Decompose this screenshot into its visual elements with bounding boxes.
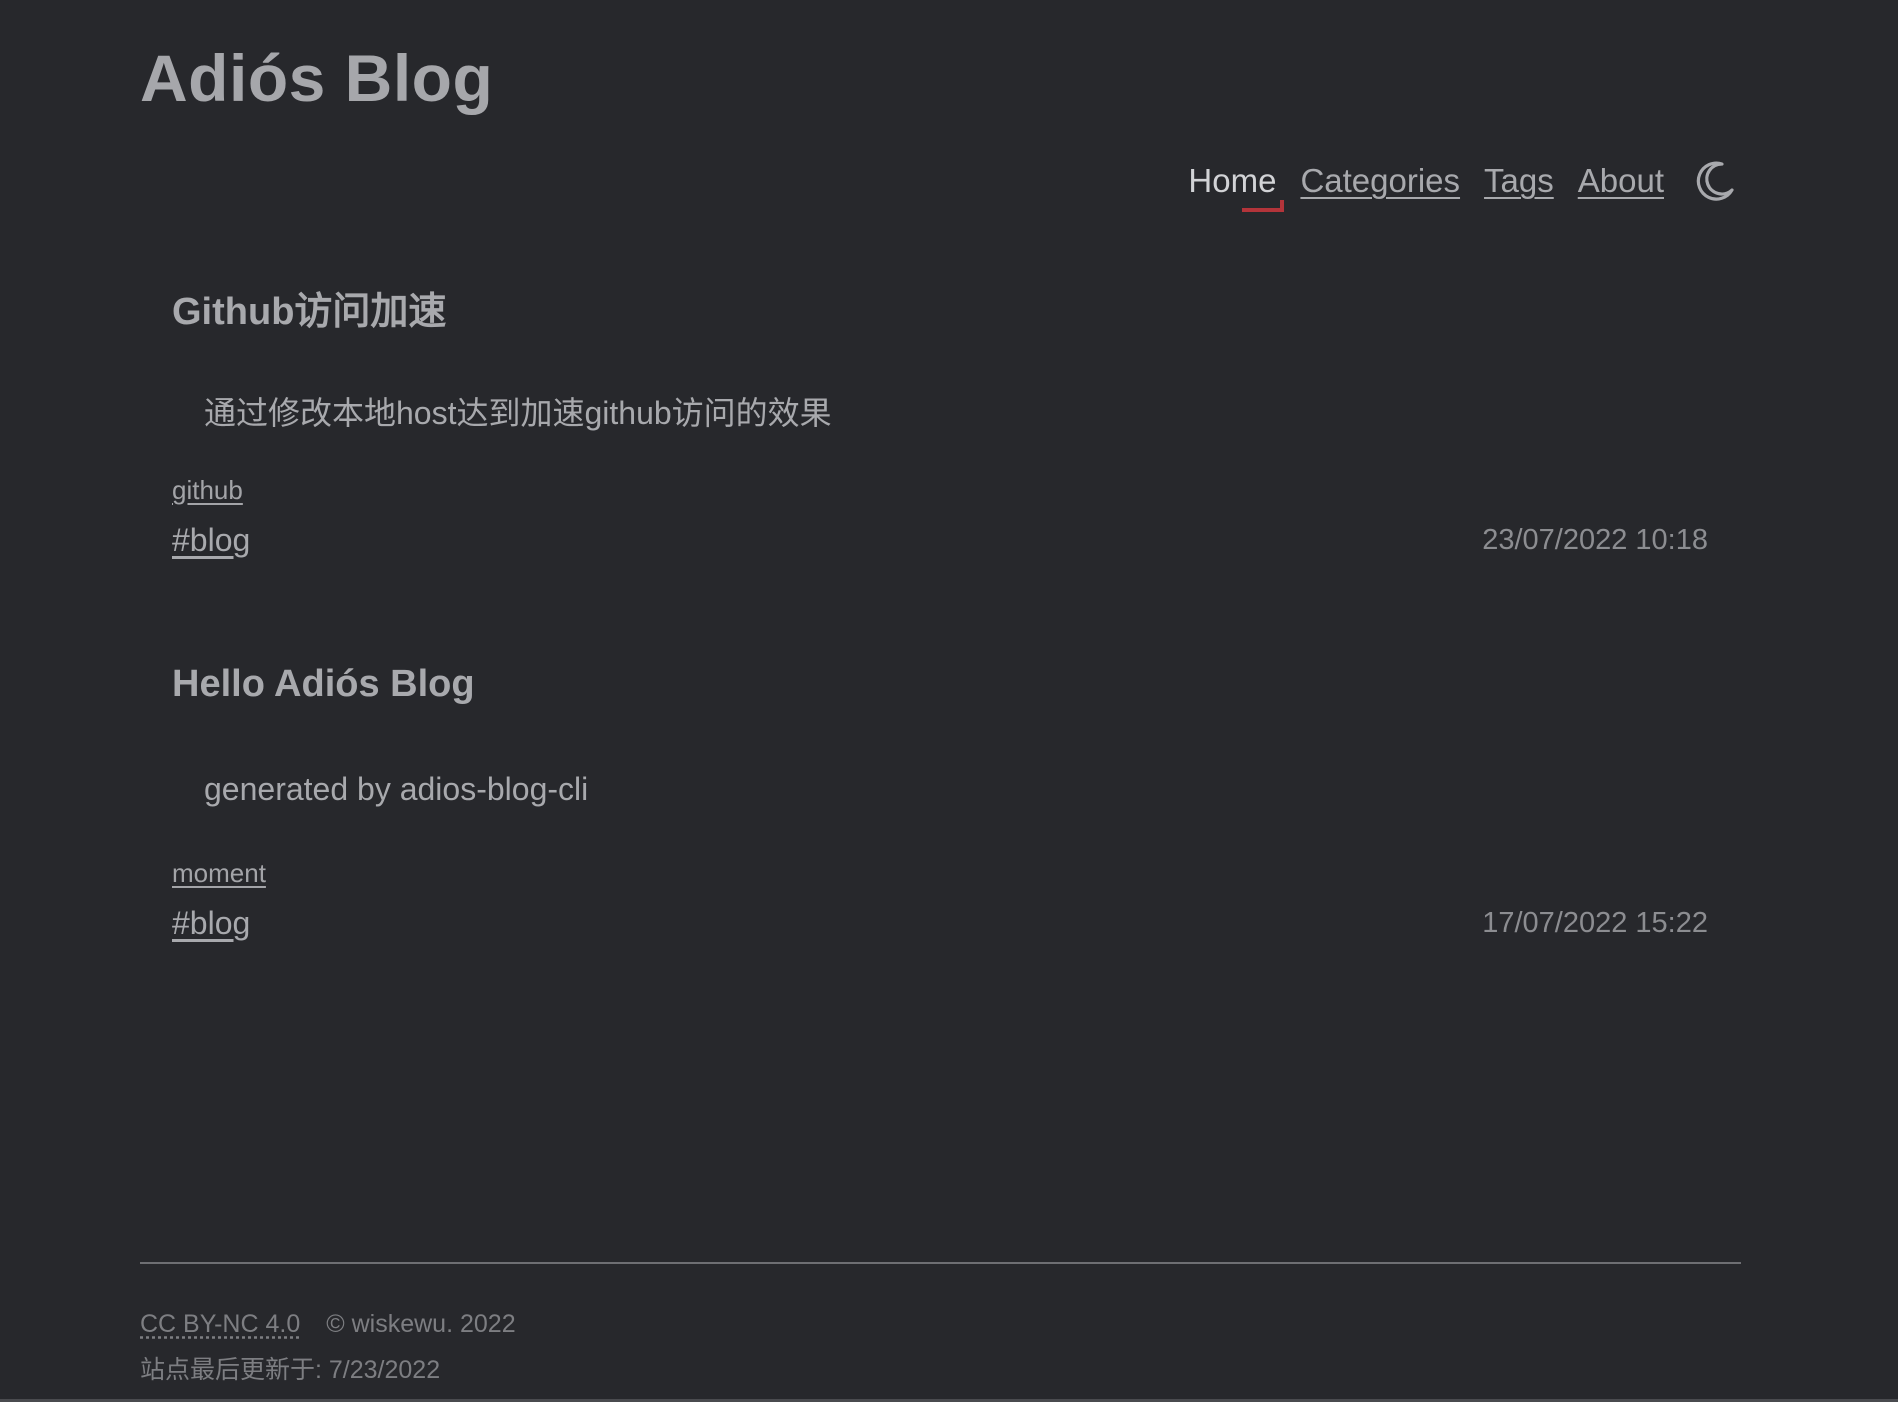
post-date: 23/07/2022 10:18 [1482, 524, 1708, 556]
main-nav: Home Categories Tags About [1188, 158, 1738, 212]
nav-item-tags[interactable]: Tags [1484, 162, 1554, 200]
site-title[interactable]: Adiós Blog [140, 40, 493, 116]
moon-icon[interactable] [1692, 158, 1738, 204]
post-title[interactable]: Hello Adiós Blog [172, 663, 1708, 706]
footer-credits: CC BY-NC 4.0 © wiskewu. 2022 [140, 1310, 516, 1339]
post-date: 17/07/2022 15:22 [1482, 907, 1708, 939]
post-title[interactable]: Github访问加速 [172, 280, 1708, 335]
nav-item-home[interactable]: Home [1188, 162, 1285, 212]
footer-divider [140, 1262, 1741, 1264]
post-category-link[interactable]: github [172, 475, 243, 506]
last-updated-text: 站点最后更新于: 7/23/2022 [140, 1356, 441, 1384]
post-card: Github访问加速 通过修改本地host达到加速github访问的效果 git… [172, 280, 1708, 570]
license-link[interactable]: CC BY-NC 4.0 [140, 1310, 300, 1339]
post-tag-link[interactable]: #blog [172, 522, 250, 559]
nav-item-categories[interactable]: Categories [1300, 162, 1460, 200]
post-summary: 通过修改本地host达到加速github访问的效果 [204, 395, 832, 431]
copyright-text: © wiskewu. 2022 [326, 1310, 516, 1338]
nav-item-home-label: Home [1188, 162, 1277, 199]
post-category-link[interactable]: moment [172, 858, 266, 889]
active-indicator [1242, 200, 1285, 212]
nav-item-about[interactable]: About [1578, 162, 1664, 200]
post-card: Hello Adiós Blog generated by adios-blog… [172, 663, 1708, 953]
post-summary: generated by adios-blog-cli [204, 771, 589, 807]
post-tag-link[interactable]: #blog [172, 905, 250, 942]
